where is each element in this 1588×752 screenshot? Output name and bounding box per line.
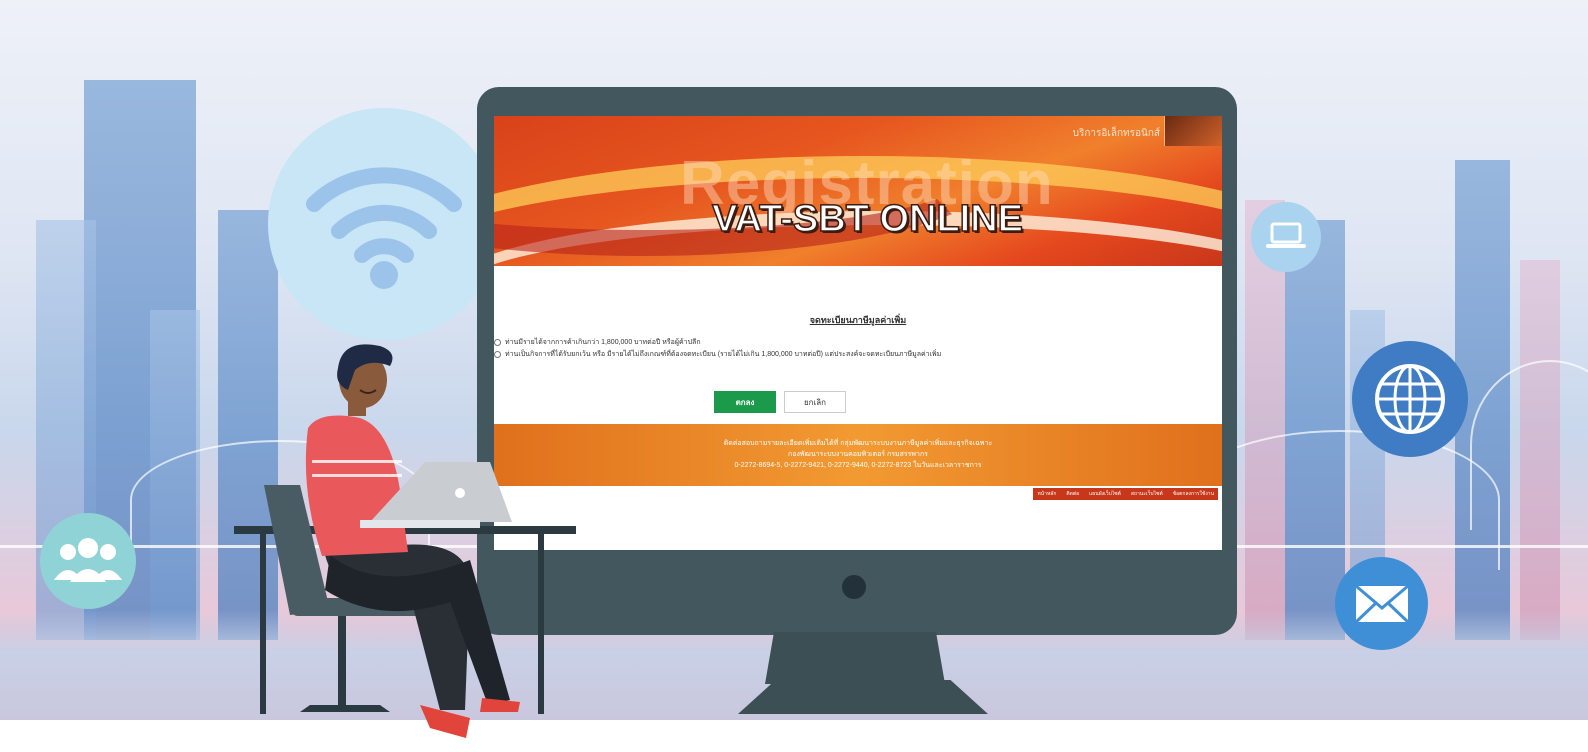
hero-banner: บริการอิเล็กทรอนิกส์ Registration VAT-SB… [494,116,1222,266]
footer-line: ติดต่อสอบถามรายละเอียดเพิ่มเติมได้ที่ กล… [723,440,993,447]
form-title: จดทะเบียนภาษีมูลค่าเพิ่ม [809,315,907,325]
wifi-icon [268,108,500,340]
laptop-icon [1251,202,1321,272]
monitor-base [738,680,988,714]
person-with-laptop-illustration [234,344,576,738]
monitor-neck [765,632,945,684]
website-screen: บริการอิเล็กทรอนิกส์ Registration VAT-SB… [494,116,1222,550]
footer-link[interactable]: ติดต่อ [1062,488,1083,500]
cancel-button[interactable]: ยกเลิก [784,391,846,413]
eservice-label[interactable]: บริการอิเล็กทรอนิกส์ [1073,126,1160,141]
footer-link[interactable]: สถานะเว็บไซต์ [1127,488,1167,500]
footer-line: กองพัฒนาระบบงานคอมพิวเตอร์ กรมสรรพากร [788,451,928,458]
monitor-button [842,575,866,599]
site-title: VAT-SBT ONLINE [711,197,1024,241]
globe-icon [1352,341,1468,457]
footer-line: 0-2272-8694-5, 0-2272-9421, 0-2272-9440,… [734,462,982,469]
footer-link[interactable]: หน้าหลัก [1033,488,1060,500]
ok-button[interactable]: ตกลง [714,391,776,413]
footer-links: หน้าหลัก ติดต่อ แผนผังเว็บไซต์ สถานะเว็บ… [1033,488,1218,500]
mail-icon [1335,557,1428,650]
footer-contact: ติดต่อสอบถามรายละเอียดเพิ่มเติมได้ที่ กล… [494,424,1222,486]
header-thumbnail [1164,116,1222,146]
footer-link[interactable]: ข้อตกลงการใช้งาน [1169,488,1218,500]
users-icon [40,513,136,609]
footer-link[interactable]: แผนผังเว็บไซต์ [1085,488,1125,500]
